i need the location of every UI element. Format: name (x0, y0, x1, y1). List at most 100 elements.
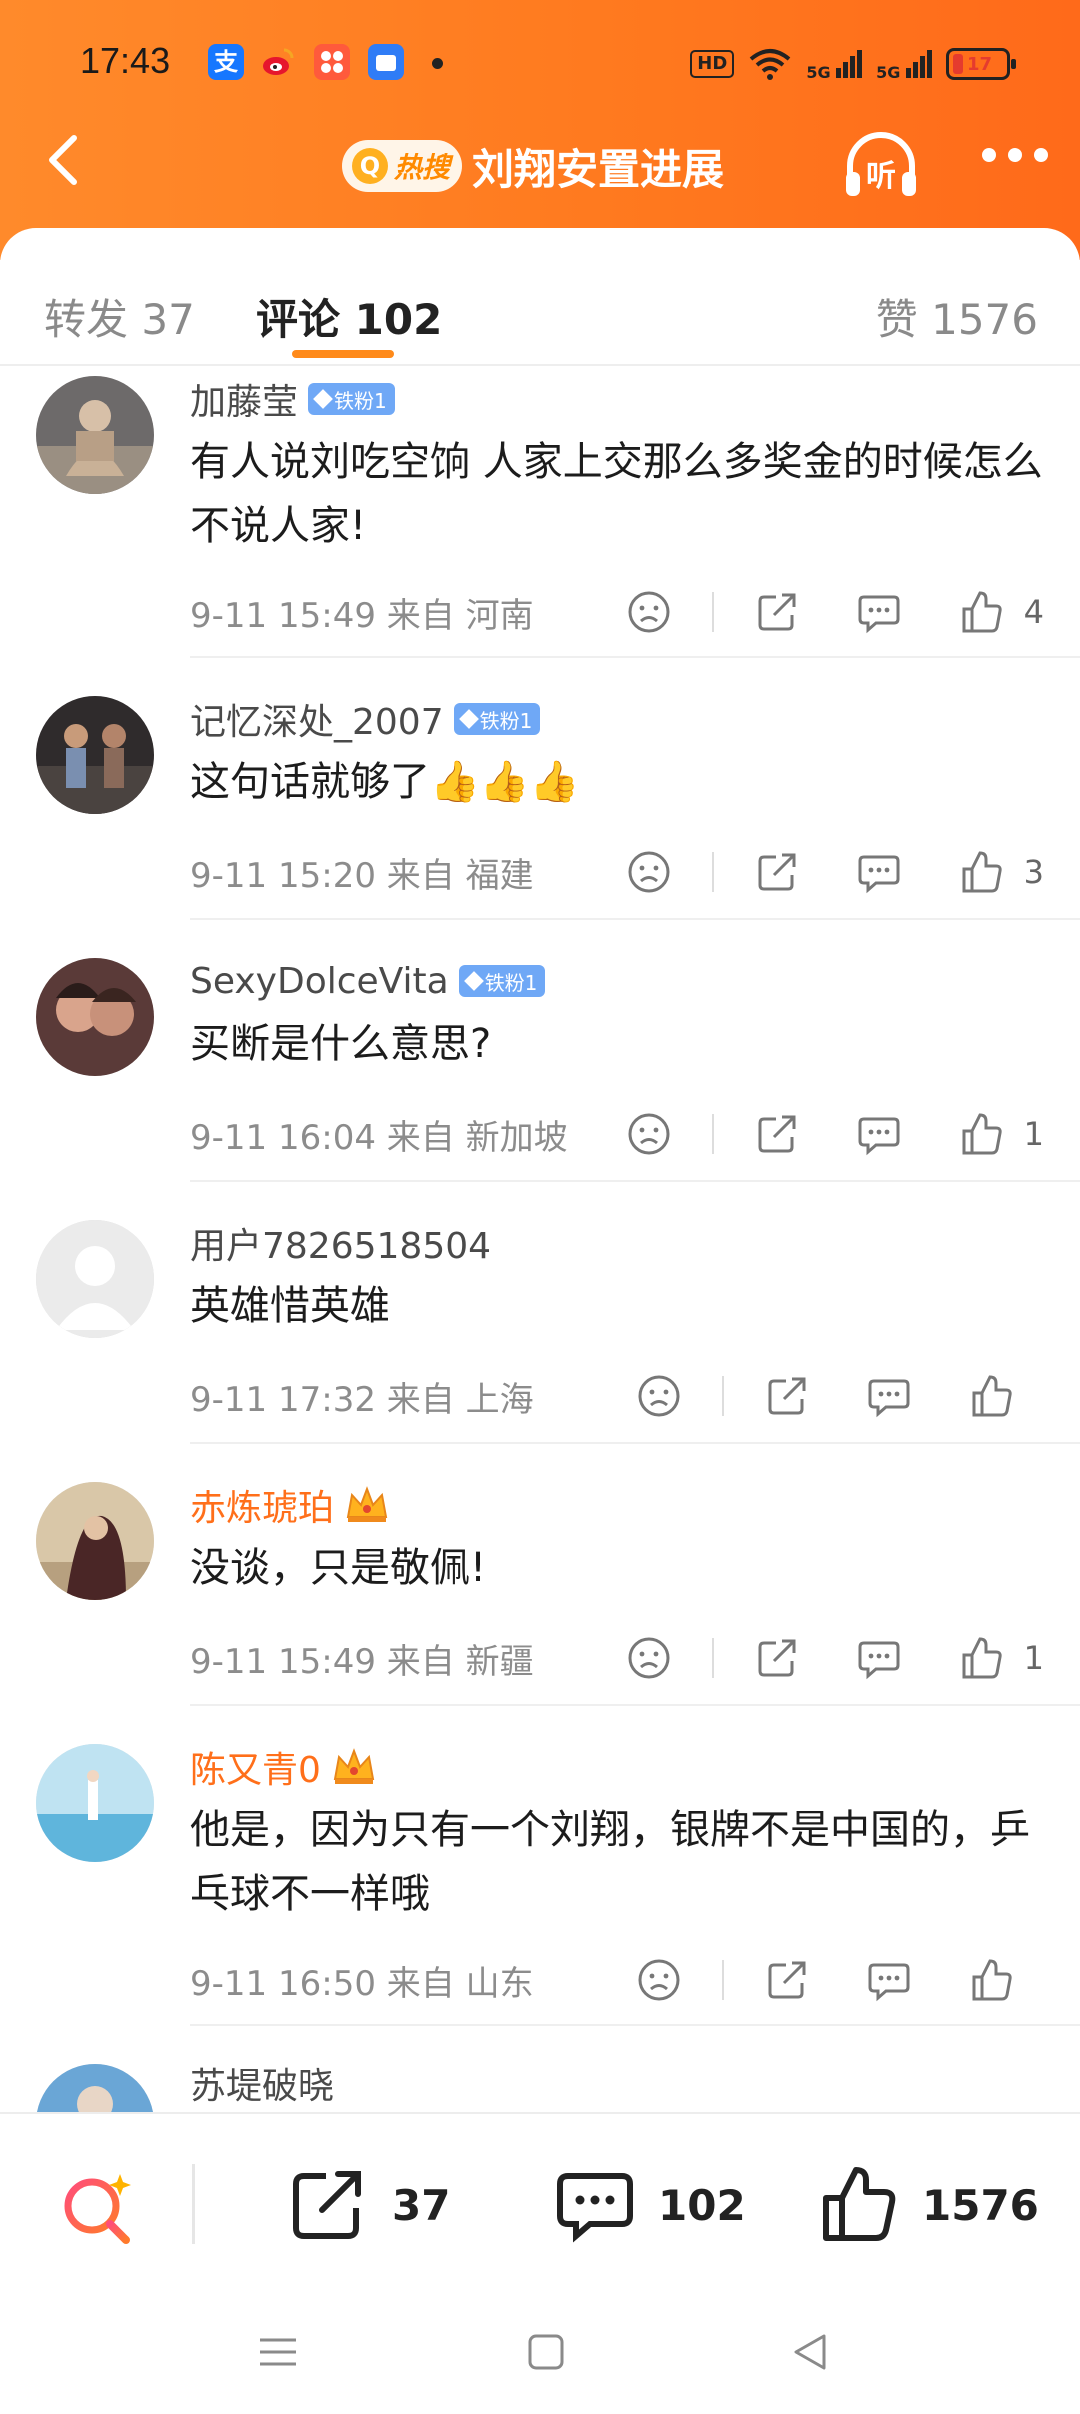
sad-face-icon (628, 1113, 670, 1155)
reply-button[interactable] (866, 1957, 912, 2003)
username[interactable]: SexyDolceVita 铁粉1 (190, 956, 1044, 1006)
fan-badge: 铁粉1 (308, 383, 395, 415)
username[interactable]: 赤炼琥珀 (190, 1480, 1044, 1530)
listen-headphones-icon[interactable]: 听 (840, 126, 922, 208)
like-button[interactable]: 1576 (818, 2162, 1039, 2248)
like-button[interactable]: 1 (958, 1111, 1044, 1157)
share-icon (768, 1961, 806, 1999)
dislike-button[interactable] (626, 589, 672, 635)
search-icon[interactable] (58, 2166, 138, 2246)
battery-icon: 17 (946, 48, 1016, 80)
back-icon[interactable] (788, 2330, 832, 2374)
repost-button[interactable]: 37 (288, 2162, 450, 2248)
tab-comment[interactable]: 评论 102 (256, 286, 442, 347)
reply-button[interactable] (866, 1373, 912, 1419)
share-icon (758, 1115, 796, 1153)
comment-meta: 9-11 16:04 来自 新加坡 1 (190, 1104, 1044, 1164)
reply-button[interactable] (856, 589, 902, 635)
sad-face-icon (628, 851, 670, 893)
username[interactable]: 记忆深处_2007 铁粉1 (190, 694, 1044, 744)
avatar[interactable] (36, 1744, 154, 1862)
tab-like[interactable]: 赞 1576 (876, 286, 1038, 347)
divider (722, 1376, 724, 1416)
share-icon (293, 2171, 361, 2239)
divider (711, 1114, 714, 1154)
divider (190, 1704, 1080, 1706)
weibo-icon (260, 44, 296, 80)
page-title: 刘翔安置进展 (472, 145, 725, 194)
like-count: 1576 (922, 2180, 1039, 2230)
dislike-button[interactable] (626, 1635, 672, 1681)
bottom-action-bar: 37 102 1576 (0, 2112, 1080, 2290)
status-indicators: HD 5G 5G 17 (690, 46, 1016, 82)
search-icon: Q (352, 148, 388, 184)
divider (190, 656, 1080, 658)
divider (190, 2024, 1080, 2026)
share-button[interactable] (754, 1111, 800, 1157)
comment-text: 英雄惜英雄 (190, 1283, 390, 1329)
default-avatar[interactable] (36, 1220, 154, 1338)
comment-item: 苏堤破晓 (0, 2044, 1080, 2112)
comment-meta: 9-11 15:49 来自 新疆 1 (190, 1628, 1044, 1688)
sad-face-icon (628, 1637, 670, 1679)
share-button[interactable] (754, 1635, 800, 1681)
comment-icon (858, 1117, 900, 1156)
divider (190, 918, 1080, 920)
reply-button[interactable] (856, 849, 902, 895)
dislike-button[interactable] (626, 1111, 672, 1157)
comment-item: 用户7826518504 英雄惜英雄 9-11 17:32 来自 上海 (0, 1200, 1080, 1450)
home-icon[interactable] (524, 2330, 568, 2374)
comment-icon (858, 1641, 900, 1680)
dislike-button[interactable] (626, 849, 672, 895)
signal-icon: 5G (806, 48, 863, 81)
like-button[interactable]: 4 (958, 589, 1044, 635)
crown-icon (333, 1748, 375, 1784)
share-button[interactable] (754, 849, 800, 895)
avatar[interactable] (36, 696, 154, 814)
like-button[interactable] (968, 1373, 1014, 1419)
share-button[interactable] (754, 589, 800, 635)
back-arrow-icon[interactable] (36, 130, 96, 190)
dislike-button[interactable] (636, 1373, 682, 1419)
divider (711, 592, 714, 632)
avatar[interactable] (36, 2064, 154, 2112)
dislike-button[interactable] (636, 1957, 682, 2003)
reply-button[interactable] (856, 1635, 902, 1681)
like-button[interactable]: 1 (958, 1635, 1044, 1681)
like-button[interactable] (968, 1957, 1014, 2003)
menu-icon[interactable] (256, 2330, 300, 2374)
comment-meta: 9-11 15:20 来自 福建 3 (190, 842, 1044, 902)
svg-text:听: 听 (866, 159, 896, 194)
comment-text: 这句话就够了👍👍👍 (190, 759, 580, 805)
username[interactable]: 用户7826518504 (190, 1218, 1044, 1268)
repost-count: 37 (392, 2180, 451, 2230)
avatar[interactable] (36, 1482, 154, 1600)
divider (722, 1960, 724, 2000)
divider (711, 852, 714, 892)
hot-search-badge[interactable]: Q 热搜 (342, 140, 463, 192)
more-menu-icon[interactable] (982, 148, 1048, 162)
like-count: 4 (1023, 593, 1044, 631)
avatar[interactable] (36, 958, 154, 1076)
system-nav-bar (0, 2290, 1080, 2414)
username[interactable]: 加藤莹 铁粉1 (190, 374, 1044, 424)
alipay-icon: 支 (208, 44, 244, 80)
comment-timestamp: 9-11 17:32 来自 上海 (190, 1379, 534, 1420)
like-count: 3 (1023, 853, 1044, 891)
comment-item: SexyDolceVita 铁粉1 买断是什么意思? 9-11 16:04 来自… (0, 938, 1080, 1188)
files-icon (368, 44, 404, 80)
username[interactable]: 苏堤破晓 (190, 2058, 1044, 2108)
thumbs-up-icon (962, 1637, 1002, 1679)
comment-timestamp: 9-11 16:04 来自 新加坡 (190, 1117, 568, 1158)
like-button[interactable]: 3 (958, 849, 1044, 895)
tab-repost[interactable]: 转发 37 (44, 286, 195, 347)
reply-button[interactable] (856, 1111, 902, 1157)
comment-button[interactable]: 102 (554, 2162, 746, 2248)
share-button[interactable] (764, 1373, 810, 1419)
share-icon (758, 1639, 796, 1677)
username[interactable]: 陈又青0 (190, 1742, 1044, 1792)
comment-meta: 9-11 17:32 来自 上海 (190, 1366, 1044, 1426)
avatar[interactable] (36, 376, 154, 494)
share-button[interactable] (764, 1957, 810, 2003)
fan-badge: 铁粉1 (453, 703, 541, 735)
